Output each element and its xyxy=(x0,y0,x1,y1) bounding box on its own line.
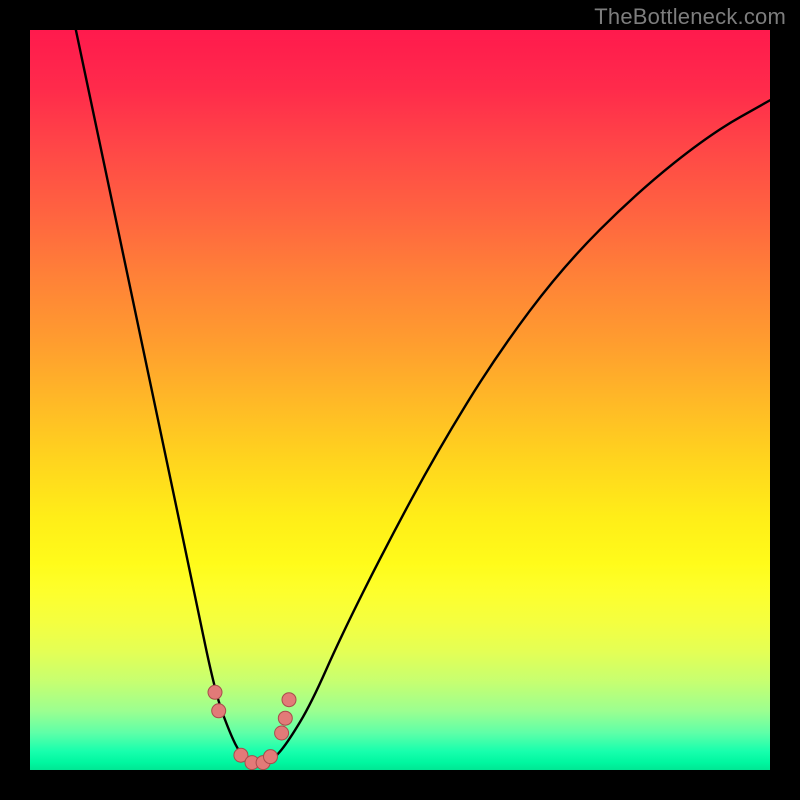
trough-marker xyxy=(208,685,222,699)
trough-marker xyxy=(264,750,278,764)
trough-markers xyxy=(208,685,296,769)
plot-area xyxy=(30,30,770,770)
trough-marker xyxy=(212,704,226,718)
watermark-text: TheBottleneck.com xyxy=(594,4,786,30)
trough-marker xyxy=(278,711,292,725)
chart-container: TheBottleneck.com xyxy=(0,0,800,800)
trough-marker xyxy=(275,726,289,740)
curve-layer xyxy=(30,30,770,770)
trough-marker xyxy=(282,693,296,707)
bottleneck-curve xyxy=(76,30,770,763)
